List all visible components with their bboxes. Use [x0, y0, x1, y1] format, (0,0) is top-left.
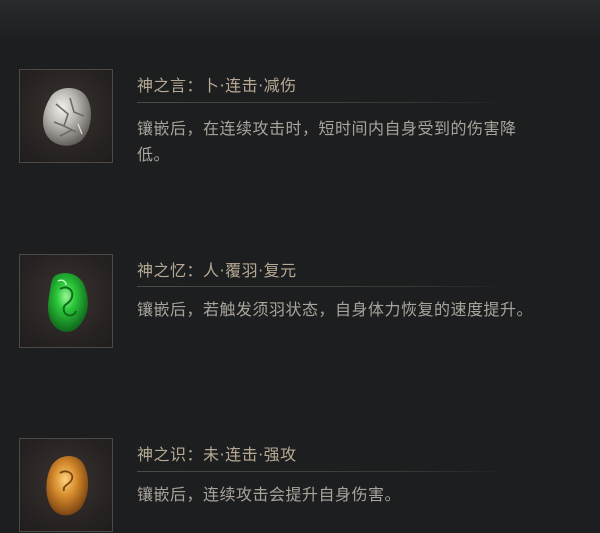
amber-stone-icon: [46, 456, 89, 516]
item-3: 神之识：未·连击·强攻 镶嵌后，连续攻击会提升自身伤害。: [0, 438, 600, 532]
item-1: 神之言：卜·连击·减伤 镶嵌后，在连续攻击时，短时间内自身受到的伤害降 低。: [0, 69, 600, 209]
item-3-desc-line: 镶嵌后，连续攻击会提升自身伤害。: [137, 485, 402, 504]
item-3-slot[interactable]: [19, 438, 113, 532]
item-3-title: 神之识：未·连击·强攻: [137, 445, 297, 464]
item-1-description: 镶嵌后，在连续攻击时，短时间内自身受到的伤害降 低。: [137, 116, 567, 168]
item-1-title: 神之言：卜·连击·减伤: [137, 76, 297, 95]
item-2: 神之忆：人·覆羽·复元 镶嵌后，若触发须羽状态，自身体力恢复的速度提升。: [0, 254, 600, 354]
green-jade-icon: [48, 272, 88, 332]
item-1-desc-line: 镶嵌后，在连续攻击时，短时间内自身受到的伤害降: [137, 119, 517, 138]
item-1-slot[interactable]: [19, 69, 113, 163]
item-2-description: 镶嵌后，若触发须羽状态，自身体力恢复的速度提升。: [137, 297, 567, 323]
item-2-title: 神之忆：人·覆羽·复元: [137, 261, 297, 280]
item-2-desc-line: 镶嵌后，若触发须羽状态，自身体力恢复的速度提升。: [137, 300, 534, 319]
top-shade: [0, 0, 600, 40]
item-1-desc-line: 低。: [137, 145, 171, 164]
silver-stone-icon: [43, 87, 91, 146]
item-2-slot[interactable]: [19, 254, 113, 348]
item-2-divider: [137, 286, 512, 287]
item-3-divider: [137, 471, 512, 472]
item-1-divider: [137, 102, 512, 103]
item-3-description: 镶嵌后，连续攻击会提升自身伤害。: [137, 482, 567, 508]
